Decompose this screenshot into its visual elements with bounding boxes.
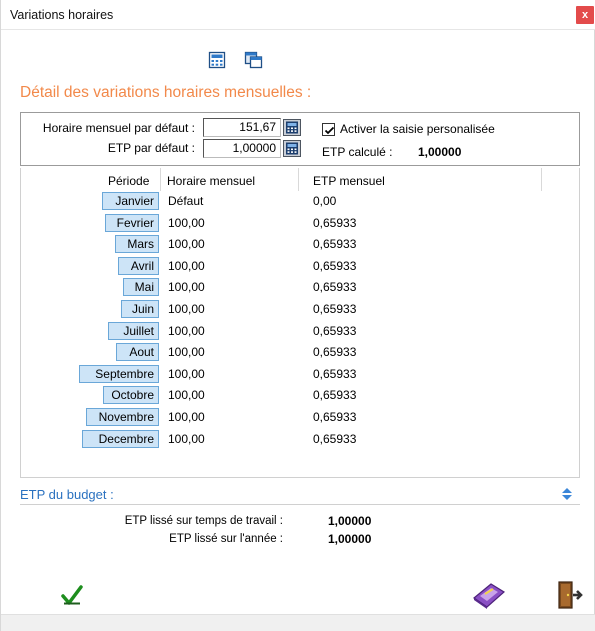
month-button-fevrier[interactable]: Fevrier <box>105 214 159 232</box>
horaire-cell[interactable]: Défaut <box>168 194 203 208</box>
header-periode: Période <box>108 174 150 188</box>
etp-lisse-travail-label: ETP lissé sur temps de travail : <box>124 515 283 527</box>
etp-cell: 0,65933 <box>313 280 357 294</box>
header-horaire-mensuel: Horaire mensuel <box>167 174 256 188</box>
horaire-cell[interactable]: 100,00 <box>168 432 205 446</box>
collapse-toggle-icon[interactable] <box>561 487 573 501</box>
horaire-cell[interactable]: 100,00 <box>168 302 205 316</box>
section-title: Détail des variations horaires mensuelle… <box>20 84 312 101</box>
etp-calcule-label: ETP calculé : <box>322 145 393 159</box>
etp-cell: 0,65933 <box>313 302 357 316</box>
exit-door-icon[interactable] <box>557 580 583 610</box>
etp-cell: 0,65933 <box>313 345 357 359</box>
etp-cell: 0,65933 <box>313 237 357 251</box>
etp-cell: 0,65933 <box>313 388 357 402</box>
etp-default-label: ETP par défaut : <box>107 141 195 155</box>
title-bar: Variations horaires x <box>1 0 595 30</box>
calculator-icon[interactable] <box>208 51 226 69</box>
etp-cell: 0,65933 <box>313 367 357 381</box>
etp-cell: 0,00 <box>313 194 337 208</box>
etp-cell: 0,65933 <box>313 324 357 338</box>
etp-calculator-icon[interactable] <box>283 140 301 157</box>
eraser-icon[interactable] <box>471 580 507 610</box>
window-title: Variations horaires <box>10 8 114 22</box>
month-button-octobre[interactable]: Octobre <box>103 386 159 404</box>
custom-entry-checkbox[interactable] <box>322 123 335 136</box>
etp-default-field[interactable]: 1,00000 <box>203 139 281 158</box>
month-button-aout[interactable]: Aout <box>116 343 159 361</box>
horaire-cell[interactable]: 100,00 <box>168 388 205 402</box>
month-button-septembre[interactable]: Septembre <box>79 365 159 383</box>
horaire-cell[interactable]: 100,00 <box>168 345 205 359</box>
horaire-cell[interactable]: 100,00 <box>168 367 205 381</box>
copy-window-icon[interactable] <box>244 51 263 69</box>
month-button-avril[interactable]: Avril <box>118 257 159 275</box>
etp-calcule-value: 1,00000 <box>418 145 462 159</box>
validate-check-icon[interactable] <box>61 584 83 606</box>
horaire-default-field[interactable]: 151,67 <box>203 118 281 137</box>
horaire-cell[interactable]: 100,00 <box>168 237 205 251</box>
etp-lisse-travail-value: 1,00000 <box>328 514 372 528</box>
etp-cell: 0,65933 <box>313 216 357 230</box>
horaire-cell[interactable]: 100,00 <box>168 410 205 424</box>
month-button-mars[interactable]: Mars <box>115 235 159 253</box>
etp-lisse-annee-label: ETP lissé sur l'année : <box>169 533 283 545</box>
month-button-decembre[interactable]: Decembre <box>82 430 159 448</box>
horaire-cell[interactable]: 100,00 <box>168 280 205 294</box>
custom-entry-label: Activer la saisie personalisée <box>340 122 495 136</box>
month-button-juin[interactable]: Juin <box>121 300 159 318</box>
checkmark-icon <box>324 126 335 135</box>
etp-cell: 0,65933 <box>313 410 357 424</box>
etp-lisse-annee-value: 1,00000 <box>328 532 372 546</box>
close-button[interactable]: x <box>576 6 594 24</box>
etp-cell: 0,65933 <box>313 259 357 273</box>
month-button-novembre[interactable]: Novembre <box>86 408 159 426</box>
month-button-janvier[interactable]: Janvier <box>102 192 159 210</box>
header-etp-mensuel: ETP mensuel <box>313 174 385 188</box>
horaire-calculator-icon[interactable] <box>283 119 301 136</box>
month-button-juillet[interactable]: Juillet <box>108 322 159 340</box>
horaire-default-label: Horaire mensuel par défaut : <box>42 121 195 135</box>
etp-cell: 0,65933 <box>313 432 357 446</box>
horaire-cell[interactable]: 100,00 <box>168 216 205 230</box>
budget-title: ETP du budget : <box>20 487 114 502</box>
month-button-mai[interactable]: Mai <box>123 278 159 296</box>
horaire-cell[interactable]: 100,00 <box>168 259 205 273</box>
variations-horaires-window: Variations horaires x Détail des variati… <box>0 0 595 631</box>
horaire-cell[interactable]: 100,00 <box>168 324 205 338</box>
